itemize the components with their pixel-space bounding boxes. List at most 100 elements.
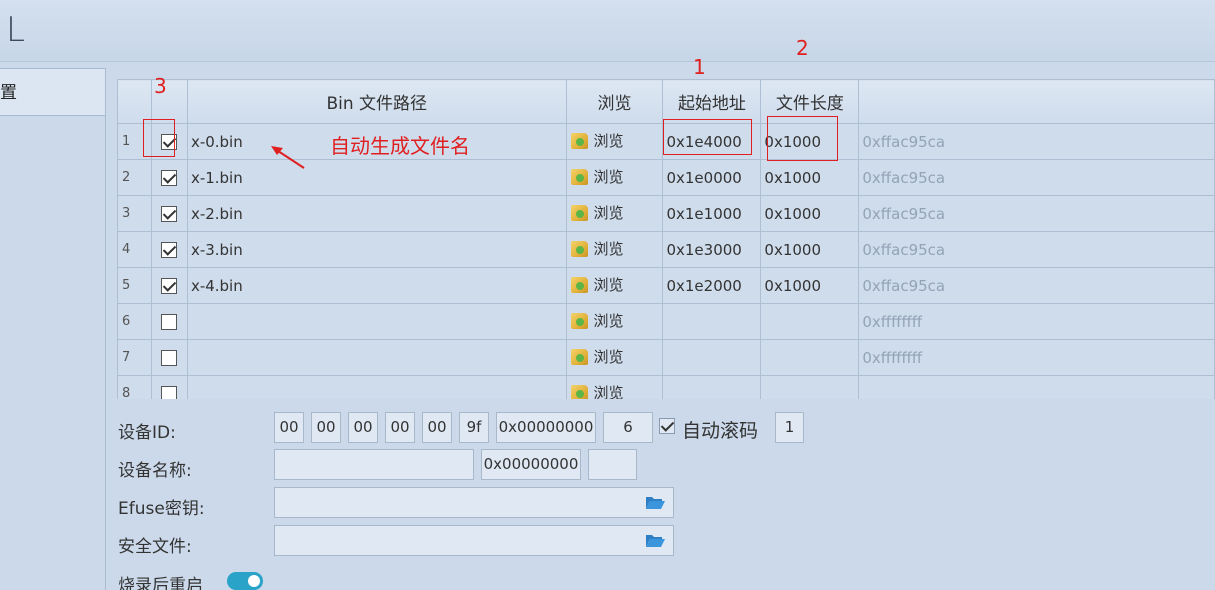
row-checkbox-cell[interactable] [150, 195, 188, 232]
sidebar-panel [0, 116, 106, 590]
browse-label: 浏览 [593, 384, 624, 399]
row-checkbox[interactable] [161, 278, 178, 294]
row-checkbox[interactable] [161, 206, 178, 222]
start-address-cell[interactable]: 0x1e2000 [662, 267, 762, 304]
file-length-cell[interactable] [760, 339, 860, 376]
device-id-byte-4[interactable]: 00 [385, 412, 415, 443]
row-checkbox-cell[interactable] [150, 231, 188, 268]
row-checkbox[interactable] [161, 134, 178, 150]
row-checkbox-cell[interactable] [150, 267, 188, 304]
start-address-cell[interactable]: 0x1e4000 [662, 123, 762, 160]
device-name-label: 设备名称: [118, 461, 192, 481]
restart-after-burn-label: 烧录后重启 [118, 576, 203, 590]
bin-path-cell[interactable]: x-4.bin [186, 267, 567, 304]
row-checkbox[interactable] [161, 386, 178, 399]
bin-path-cell[interactable]: x-2.bin [186, 195, 567, 232]
security-file-input[interactable] [274, 525, 674, 556]
browse-cell[interactable]: 浏览 [565, 339, 664, 376]
browse-folder-icon [570, 276, 588, 293]
folder-open-icon[interactable] [645, 533, 665, 548]
device-name-hex-field[interactable]: 0x00000000 [481, 449, 581, 480]
sidebar-tab-settings[interactable]: 置 [0, 68, 106, 116]
file-length-cell[interactable]: 0x1000 [760, 231, 860, 268]
device-id-byte-6[interactable]: 9f [459, 412, 489, 443]
browse-button[interactable]: 浏览 [567, 202, 624, 223]
table-row[interactable]: 3 x-2.bin 浏览 0x1e1000 0x1000 0xffac95ca [117, 195, 1215, 232]
browse-button[interactable]: 浏览 [567, 274, 624, 295]
auto-roll-checkbox[interactable] [659, 418, 675, 434]
browse-label: 浏览 [593, 240, 624, 259]
start-address-cell[interactable] [662, 339, 762, 376]
folder-open-icon[interactable] [645, 495, 665, 510]
bin-path-cell[interactable]: x-3.bin [186, 231, 567, 268]
start-address-cell[interactable]: 0x1e3000 [662, 231, 762, 268]
header-browse[interactable]: 浏览 [565, 79, 664, 124]
browse-folder-icon [570, 384, 588, 399]
restart-after-burn-toggle[interactable] [227, 572, 263, 590]
auto-roll-value-field[interactable]: 1 [775, 412, 804, 443]
table-row[interactable]: 5 x-4.bin 浏览 0x1e2000 0x1000 0xffac95ca [117, 267, 1215, 304]
device-name-extra-field[interactable] [588, 449, 637, 480]
table-row[interactable]: 7 浏览 0xffffffff [117, 339, 1215, 376]
header-bin-path[interactable]: Bin 文件路径 [186, 79, 567, 124]
start-address-cell[interactable]: 0x1e1000 [662, 195, 762, 232]
device-id-byte-3[interactable]: 00 [348, 412, 378, 443]
browse-cell[interactable]: 浏览 [565, 195, 664, 232]
start-address-cell[interactable] [662, 375, 762, 399]
table-row[interactable]: 6 浏览 0xffffffff [117, 303, 1215, 340]
efuse-key-input[interactable] [274, 487, 674, 518]
browse-cell[interactable]: 浏览 [565, 303, 664, 340]
app-title: IL [0, 10, 27, 50]
file-length-cell[interactable] [760, 375, 860, 399]
window-header: IL [0, 0, 1215, 62]
file-length-cell[interactable]: 0x1000 [760, 123, 860, 160]
browse-button[interactable]: 浏览 [567, 346, 624, 367]
device-name-input[interactable] [274, 449, 474, 480]
row-index: 1 [117, 123, 152, 160]
device-id-count-field[interactable]: 6 [603, 412, 653, 443]
browse-folder-icon [570, 168, 588, 185]
browse-cell[interactable]: 浏览 [565, 267, 664, 304]
table-row[interactable]: 8 浏览 [117, 375, 1215, 399]
row-checkbox-cell[interactable] [150, 375, 188, 399]
row-checkbox[interactable] [161, 242, 178, 258]
file-length-cell[interactable] [760, 303, 860, 340]
device-id-byte-1[interactable]: 00 [274, 412, 304, 443]
header-start-address[interactable]: 起始地址 [662, 79, 762, 124]
row-checkbox[interactable] [161, 170, 178, 186]
browse-cell[interactable]: 浏览 [565, 231, 664, 268]
start-address-cell[interactable] [662, 303, 762, 340]
row-checkbox-cell[interactable] [150, 123, 188, 160]
browse-button[interactable]: 浏览 [567, 130, 624, 151]
row-checkbox[interactable] [161, 314, 178, 330]
annotation-arrow-icon [271, 146, 305, 169]
crc-cell: 0xffac95ca [858, 231, 1215, 268]
header-file-length[interactable]: 文件长度 [760, 79, 860, 124]
row-checkbox-cell[interactable] [150, 159, 188, 196]
browse-folder-icon [570, 240, 588, 257]
browse-label: 浏览 [593, 168, 624, 187]
file-length-cell[interactable]: 0x1000 [760, 267, 860, 304]
browse-button[interactable]: 浏览 [567, 166, 624, 187]
bin-path-cell[interactable]: x-1.bin [186, 159, 567, 196]
row-checkbox-cell[interactable] [150, 339, 188, 376]
table-row[interactable]: 4 x-3.bin 浏览 0x1e3000 0x1000 0xffac95ca [117, 231, 1215, 268]
browse-cell[interactable]: 浏览 [565, 123, 664, 160]
browse-cell[interactable]: 浏览 [565, 375, 664, 399]
browse-cell[interactable]: 浏览 [565, 159, 664, 196]
browse-button[interactable]: 浏览 [567, 382, 624, 399]
device-id-hex-field[interactable]: 0x00000000 [496, 412, 596, 443]
file-length-cell[interactable]: 0x1000 [760, 195, 860, 232]
file-length-cell[interactable]: 0x1000 [760, 159, 860, 196]
browse-button[interactable]: 浏览 [567, 238, 624, 259]
device-id-byte-5[interactable]: 00 [422, 412, 452, 443]
efuse-key-label: Efuse密钥: [118, 499, 205, 519]
row-checkbox-cell[interactable] [150, 303, 188, 340]
start-address-cell[interactable]: 0x1e0000 [662, 159, 762, 196]
bin-path-cell[interactable] [186, 339, 567, 376]
device-id-byte-2[interactable]: 00 [311, 412, 341, 443]
row-checkbox[interactable] [161, 350, 178, 366]
browse-button[interactable]: 浏览 [567, 310, 624, 331]
bin-path-cell[interactable] [186, 375, 567, 399]
bin-path-cell[interactable] [186, 303, 567, 340]
